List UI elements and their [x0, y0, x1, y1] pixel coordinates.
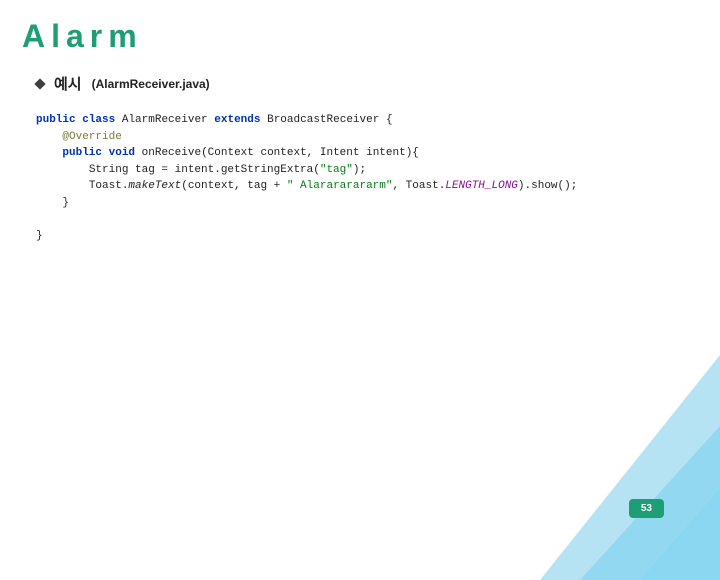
code-line: ); — [353, 164, 366, 176]
code-line: Toast. — [89, 180, 129, 192]
constant: LENGTH_LONG — [445, 180, 518, 192]
keyword: extends — [214, 114, 260, 126]
string-literal: " Alarararararm" — [287, 180, 393, 192]
code-block: public class AlarmReceiver extends Broad… — [36, 112, 698, 244]
brace: } — [36, 230, 43, 242]
code-line: (context, tag + — [181, 180, 287, 192]
code-line: String tag = intent.getStringExtra( — [89, 164, 320, 176]
static-method: makeText — [128, 180, 181, 192]
brace: { — [386, 114, 393, 126]
class-name: AlarmReceiver — [122, 114, 208, 126]
keyword: void — [109, 147, 135, 159]
string-literal: "tag" — [320, 164, 353, 176]
brace: } — [62, 197, 69, 209]
bullet-row: 예시 (AlarmReceiver.java) — [36, 73, 698, 94]
page-title: Alarm — [22, 18, 698, 55]
bullet-label: 예시 — [54, 73, 82, 94]
code-line: ).show(); — [518, 180, 577, 192]
keyword: class — [82, 114, 115, 126]
bullet-filename: (AlarmReceiver.java) — [92, 77, 210, 91]
triangle-decoration-icon — [520, 280, 720, 580]
diamond-bullet-icon — [34, 78, 45, 89]
params: (Context context, Intent intent){ — [201, 147, 419, 159]
method-name: onReceive — [142, 147, 201, 159]
base-class: BroadcastReceiver — [267, 114, 379, 126]
page-number-badge: 53 — [629, 499, 664, 518]
slide: Alarm 예시 (AlarmReceiver.java) public cla… — [0, 0, 720, 540]
code-line: , Toast. — [392, 180, 445, 192]
annotation: @Override — [62, 131, 121, 143]
keyword: public — [36, 114, 76, 126]
keyword: public — [62, 147, 102, 159]
